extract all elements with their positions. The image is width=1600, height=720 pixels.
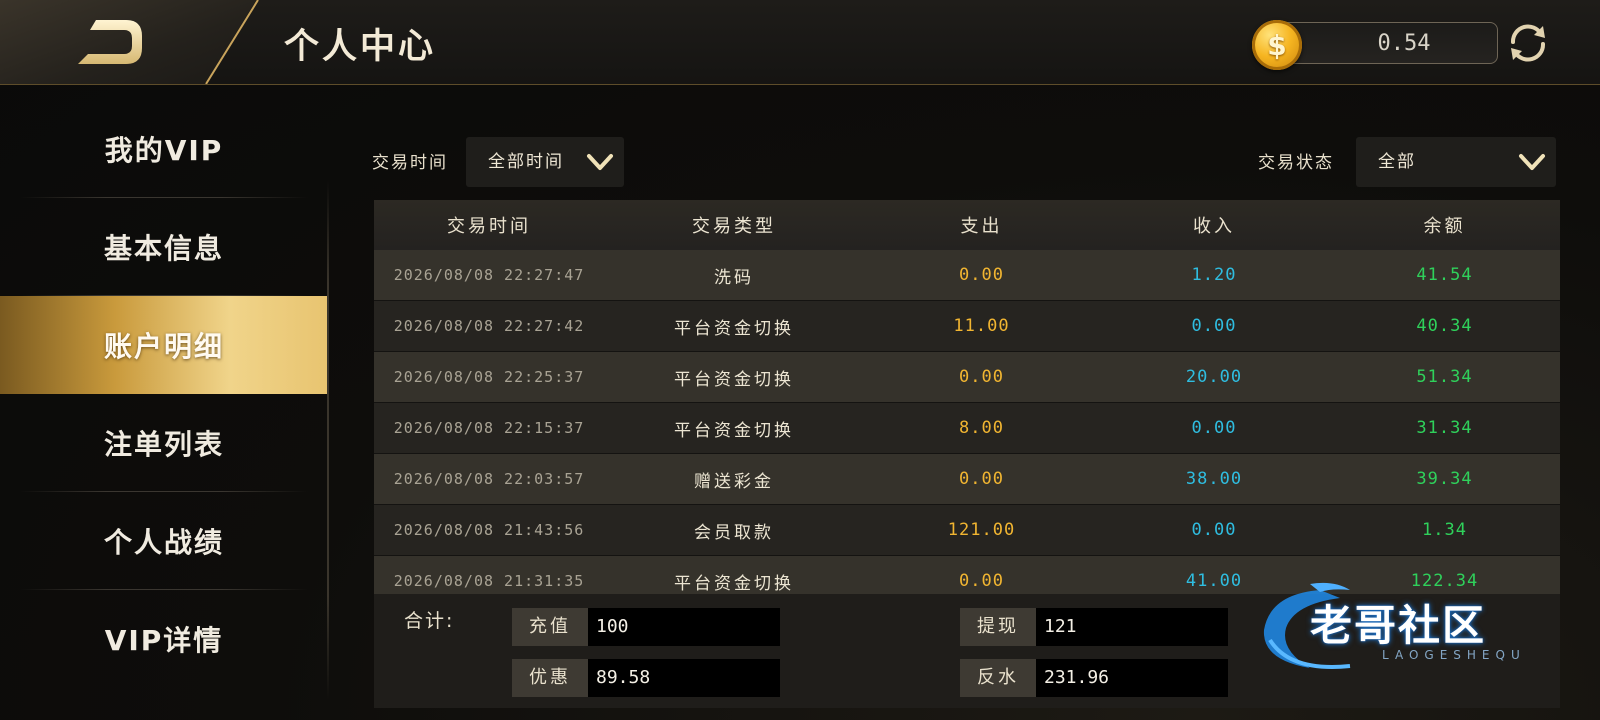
chevron-down-icon xyxy=(587,154,613,170)
cell-out: 8.00 xyxy=(959,418,1004,438)
cell-time: 2026/08/08 22:27:47 xyxy=(393,266,585,284)
discount-label: 优惠 xyxy=(512,659,588,697)
refresh-icon[interactable] xyxy=(1505,20,1551,66)
cell-balance: 40.34 xyxy=(1416,316,1473,336)
sidebar-item-vip-details[interactable]: VIP详情 xyxy=(0,590,328,688)
rebate-label: 反水 xyxy=(960,659,1036,697)
cell-type: 会员取款 xyxy=(694,522,774,543)
withdraw-total: 提现 121 xyxy=(960,608,1228,646)
rebate-value: 231.96 xyxy=(1036,659,1228,697)
table-row: 2026/08/08 21:43:56 会员取款 121.00 0.00 1.3… xyxy=(374,505,1560,556)
sidebar-item-label: 我的VIP xyxy=(104,134,224,167)
table-row: 2026/08/08 22:27:47 洗码 0.00 1.20 41.54 xyxy=(374,250,1560,301)
status-filter-label: 交易状态 xyxy=(1258,153,1334,173)
chevron-down-icon xyxy=(1519,154,1545,170)
sidebar: 我的VIP 基本信息 账户明细 注单列表 个人战绩 VIP详情 xyxy=(0,100,328,700)
table-row: 2026/08/08 22:27:42 平台资金切换 11.00 0.00 40… xyxy=(374,301,1560,352)
app-root: 个人中心 0.54 $ 我的VIP 基本信息 账户明细 注单列表 个人战绩 VI… xyxy=(0,0,1600,720)
sidebar-divider xyxy=(327,180,329,700)
sidebar-item-basic-info[interactable]: 基本信息 xyxy=(0,198,328,296)
time-filter-value: 全部时间 xyxy=(488,152,564,172)
cell-balance: 39.34 xyxy=(1416,469,1473,489)
cell-in: 0.00 xyxy=(1191,520,1237,540)
status-filter-select[interactable]: 全部 xyxy=(1356,137,1556,187)
coin-symbol: $ xyxy=(1267,28,1287,62)
summary-label: 合计: xyxy=(404,610,455,632)
sidebar-item-my-vip[interactable]: 我的VIP xyxy=(0,100,328,198)
header-out: 支出 xyxy=(960,216,1003,237)
watermark: 老哥社区 LAOGESHEQU xyxy=(1250,580,1580,680)
sidebar-item-label: VIP详情 xyxy=(104,624,224,657)
back-arrow-icon[interactable] xyxy=(74,16,146,68)
withdraw-label: 提现 xyxy=(960,608,1036,646)
recharge-total: 充值 100 xyxy=(512,608,780,646)
cell-time: 2026/08/08 22:15:37 xyxy=(393,419,585,437)
balance-display: 0.54 xyxy=(1268,22,1498,64)
sidebar-item-label: 基本信息 xyxy=(103,232,224,265)
time-filter-label: 交易时间 xyxy=(372,153,448,173)
cell-type: 平台资金切换 xyxy=(674,573,794,594)
cell-in: 1.20 xyxy=(1191,265,1237,285)
withdraw-value: 121 xyxy=(1036,608,1228,646)
rebate-total: 反水 231.96 xyxy=(960,659,1228,697)
cell-balance: 51.34 xyxy=(1416,367,1473,387)
balance-value: 0.54 xyxy=(1377,31,1431,56)
cell-in: 38.00 xyxy=(1185,469,1243,489)
cell-time: 2026/08/08 21:43:56 xyxy=(393,521,585,539)
cell-balance: 41.54 xyxy=(1416,265,1473,285)
cell-time: 2026/08/08 22:25:37 xyxy=(393,368,585,386)
cell-time: 2026/08/08 21:31:35 xyxy=(393,572,585,590)
sidebar-item-label: 个人战绩 xyxy=(103,526,224,559)
cell-out: 11.00 xyxy=(953,316,1010,336)
cell-in: 0.00 xyxy=(1191,418,1237,438)
header-balance: 余额 xyxy=(1423,216,1466,237)
cell-in: 0.00 xyxy=(1191,316,1237,336)
cell-out: 121.00 xyxy=(947,520,1016,540)
cell-balance: 1.34 xyxy=(1422,520,1467,540)
table-header: 交易时间 交易类型 支出 收入 余额 xyxy=(374,200,1560,250)
sidebar-item-label: 账户明细 xyxy=(103,330,224,363)
header-time: 交易时间 xyxy=(447,216,531,237)
cell-out: 0.00 xyxy=(959,265,1004,285)
sidebar-item-label: 注单列表 xyxy=(103,428,224,461)
cell-out: 0.00 xyxy=(959,571,1004,591)
top-bar: 个人中心 0.54 $ xyxy=(0,0,1600,85)
cell-out: 0.00 xyxy=(959,469,1004,489)
discount-value: 89.58 xyxy=(588,659,780,697)
sidebar-item-bet-list[interactable]: 注单列表 xyxy=(0,394,328,492)
cell-type: 平台资金切换 xyxy=(674,318,794,339)
table-row: 2026/08/08 22:03:57 赠送彩金 0.00 38.00 39.3… xyxy=(374,454,1560,505)
header-in: 收入 xyxy=(1193,216,1235,237)
cell-type: 洗码 xyxy=(714,267,754,288)
header-gold-edge xyxy=(205,0,259,84)
cell-type: 平台资金切换 xyxy=(674,369,794,390)
watermark-text: 老哥社区 xyxy=(1310,601,1487,650)
cell-type: 赠送彩金 xyxy=(694,471,774,492)
page-title: 个人中心 xyxy=(284,27,437,67)
recharge-label: 充值 xyxy=(512,608,588,646)
time-filter-select[interactable]: 全部时间 xyxy=(466,137,624,187)
cell-out: 0.00 xyxy=(959,367,1004,387)
cell-in: 20.00 xyxy=(1185,367,1243,387)
cell-time: 2026/08/08 22:03:57 xyxy=(393,470,585,488)
recharge-value: 100 xyxy=(588,608,780,646)
table-row: 2026/08/08 22:15:37 平台资金切换 8.00 0.00 31.… xyxy=(374,403,1560,454)
table-row: 2026/08/08 22:25:37 平台资金切换 0.00 20.00 51… xyxy=(374,352,1560,403)
sidebar-item-personal-record[interactable]: 个人战绩 xyxy=(0,492,328,590)
cell-balance: 31.34 xyxy=(1416,418,1473,438)
watermark-subtext: LAOGESHEQU xyxy=(1382,648,1526,662)
transactions-table: 交易时间 交易类型 支出 收入 余额 2026/08/08 22:27:47 洗… xyxy=(374,200,1560,607)
cell-time: 2026/08/08 22:27:42 xyxy=(393,317,585,335)
status-filter-value: 全部 xyxy=(1378,152,1416,172)
header-type: 交易类型 xyxy=(692,216,776,237)
sidebar-item-account-details[interactable]: 账户明细 xyxy=(0,296,328,394)
cell-type: 平台资金切换 xyxy=(674,420,794,441)
discount-total: 优惠 89.58 xyxy=(512,659,780,697)
coin-icon: $ xyxy=(1252,20,1302,70)
